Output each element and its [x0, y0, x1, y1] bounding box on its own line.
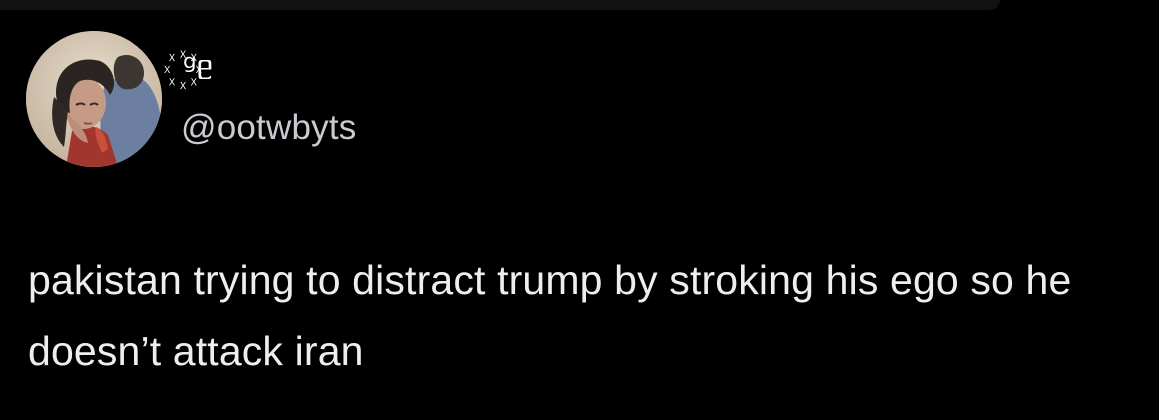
avatar-photo-icon: [26, 31, 162, 167]
tweet-card[interactable]: ꙰ᵍᥱ @ootwbyts pakistan trying to distrac…: [0, 0, 1159, 420]
tweet-text: pakistan trying to distract trump by str…: [28, 257, 1072, 374]
avatar[interactable]: [26, 31, 162, 167]
author-handle[interactable]: @ootwbyts: [181, 106, 356, 150]
author-display-name[interactable]: ꙰ᵍᥱ: [183, 46, 214, 90]
